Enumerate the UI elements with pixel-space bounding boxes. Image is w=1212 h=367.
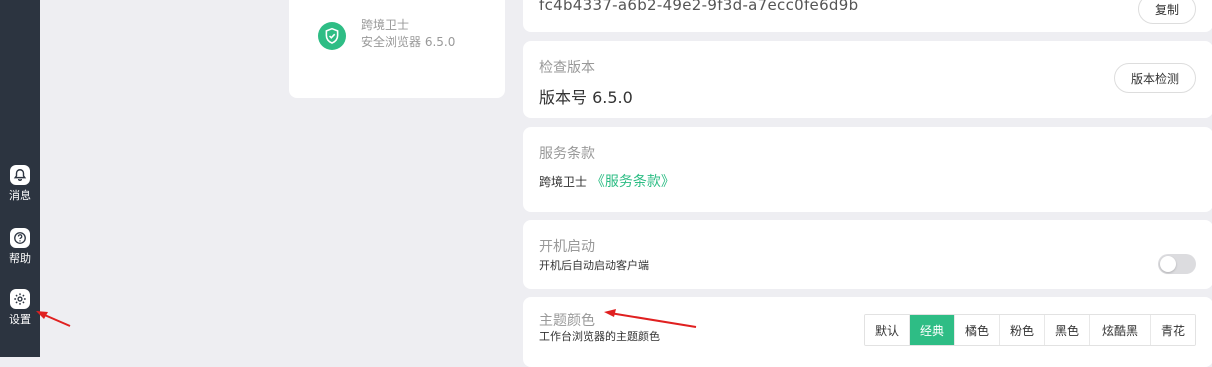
device-id-value: fc4b4337-a6b2-49e2-9f3d-a7ecc0fe6d9b [539, 0, 859, 14]
theme-option-pink[interactable]: 粉色 [1000, 315, 1045, 345]
sidebar-item-label: 帮助 [9, 252, 31, 265]
terms-title: 服务条款 [539, 146, 595, 162]
boot-toggle[interactable] [1158, 254, 1196, 274]
sidebar-item-settings[interactable]: 设置 [0, 289, 40, 327]
theme-option-default[interactable]: 默认 [865, 315, 910, 345]
terms-line: 跨境卫士 《服务条款》 [539, 171, 675, 191]
boot-title: 开机启动 [539, 239, 595, 255]
theme-option-black[interactable]: 黑色 [1045, 315, 1090, 345]
theme-selector: 默认 经典 橘色 粉色 黑色 炫酷黑 青花 [864, 314, 1196, 346]
check-version-card: 检查版本 版本号 6.5.0 版本检测 [523, 41, 1212, 118]
sidebar-item-label: 消息 [9, 189, 31, 202]
copy-button[interactable]: 复制 [1137, 0, 1196, 24]
annotation-arrow-settings [36, 311, 71, 327]
shield-icon [318, 22, 346, 50]
theme-option-cool-black[interactable]: 炫酷黑 [1090, 315, 1151, 345]
terms-card: 服务条款 跨境卫士 《服务条款》 [523, 127, 1212, 212]
toggle-knob [1160, 256, 1176, 272]
terms-prefix: 跨境卫士 [539, 175, 588, 189]
app-info-card: 跨境卫士 安全浏览器 6.5.0 [289, 0, 505, 98]
app-name: 跨境卫士 [361, 18, 410, 32]
device-id-card: fc4b4337-a6b2-49e2-9f3d-a7ecc0fe6d9b 复制 [523, 0, 1212, 32]
sidebar-item-label: 设置 [9, 313, 31, 326]
theme-option-qinghua[interactable]: 青花 [1151, 315, 1195, 345]
gear-icon [10, 289, 30, 309]
check-version-button[interactable]: 版本检测 [1113, 63, 1196, 93]
app-version: 安全浏览器 6.5.0 [361, 35, 456, 49]
theme-option-orange[interactable]: 橘色 [955, 315, 1000, 345]
bell-icon [10, 165, 30, 185]
check-version-title: 检查版本 [539, 60, 595, 76]
boot-card: 开机启动 开机后自动启动客户端 [523, 220, 1212, 289]
theme-title: 主题颜色 [539, 313, 595, 329]
theme-option-classic[interactable]: 经典 [910, 315, 955, 345]
boot-subtitle: 开机后自动启动客户端 [539, 259, 649, 272]
terms-link[interactable]: 《服务条款》 [591, 174, 675, 190]
theme-subtitle: 工作台浏览器的主题颜色 [539, 330, 660, 343]
help-icon [10, 228, 30, 248]
sidebar-item-messages[interactable]: 消息 [0, 165, 40, 203]
sidebar: 消息 帮助 设置 [0, 0, 40, 357]
version-number: 版本号 6.5.0 [539, 88, 633, 107]
sidebar-item-help[interactable]: 帮助 [0, 228, 40, 266]
